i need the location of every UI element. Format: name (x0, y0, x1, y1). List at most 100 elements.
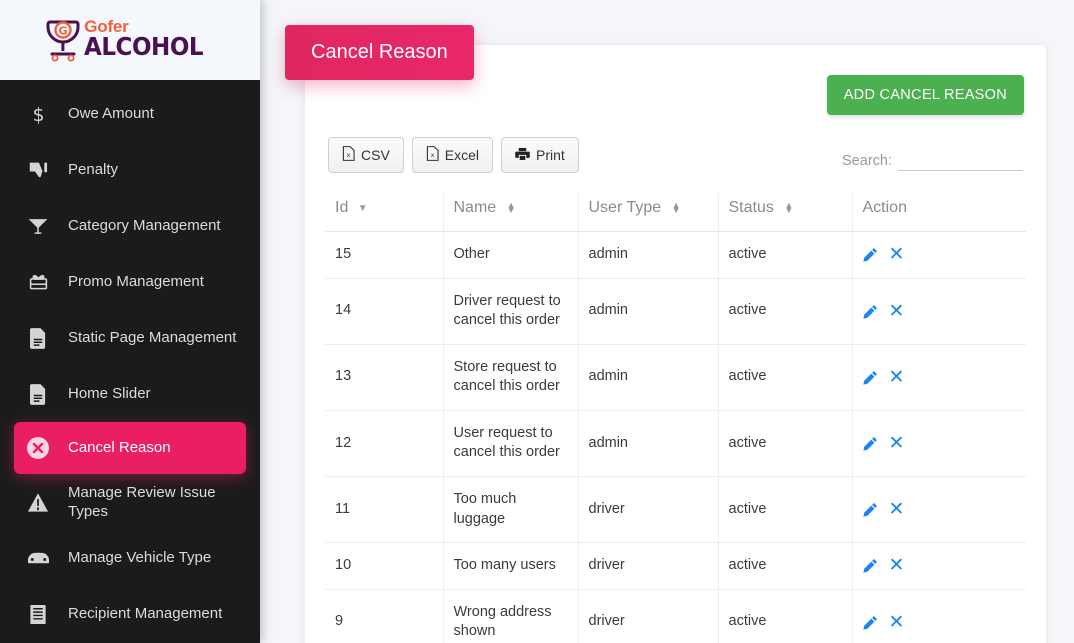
close-x-icon[interactable]: ✕ (889, 302, 905, 321)
close-x-icon[interactable]: ✕ (889, 368, 905, 387)
cell-status: active (717, 344, 852, 411)
sidebar-item-manage-vehicle-type[interactable]: Manage Vehicle Type (0, 530, 260, 586)
pencil-icon[interactable] (862, 304, 878, 319)
svg-text:$: $ (32, 104, 44, 125)
sidebar-item-manage-review-issue-types[interactable]: Manage Review Issue Types (0, 474, 260, 530)
pencil-icon[interactable] (862, 370, 878, 385)
wine-glass-cart-icon: G (46, 18, 80, 62)
cell-name: User request to cancel this order (442, 410, 578, 477)
cell-action: ✕ (851, 476, 1026, 544)
column-header-name[interactable]: Name ▲ ▼ (442, 193, 578, 232)
export-excel-button[interactable]: x Excel (411, 137, 494, 173)
app-root: G Gofer ALCOHOL $ Owe Amount Penalty Cat… (0, 0, 1074, 643)
table-row: 10 Too many users driver active ✕ (325, 542, 1026, 590)
cell-id: 12 (325, 410, 443, 477)
cell-status: active (717, 278, 852, 345)
close-x-icon[interactable]: ✕ (889, 245, 905, 264)
sidebar-item-recipient-management[interactable]: Recipient Management (0, 586, 260, 642)
circle-x-icon (18, 436, 58, 460)
pencil-icon[interactable] (862, 558, 878, 573)
close-x-icon[interactable]: ✕ (889, 556, 905, 575)
cell-status: active (717, 476, 852, 544)
card-body: ADD CANCEL REASON x CSV x Excel Print Se… (305, 45, 1046, 643)
row-actions: ✕ (862, 245, 1017, 264)
thumbs-down-icon (18, 160, 58, 181)
svg-text:x: x (430, 151, 434, 159)
cell-user-type: driver (577, 476, 718, 544)
print-label: Print (536, 147, 565, 163)
search-input[interactable] (898, 149, 1023, 171)
pencil-icon[interactable] (862, 502, 878, 517)
cell-id: 11 (325, 476, 443, 544)
column-header-name-label: Name (453, 199, 497, 216)
sidebar-item-label: Penalty (68, 161, 119, 179)
row-actions: ✕ (862, 368, 1017, 387)
sidebar-nav: $ Owe Amount Penalty Category Management… (0, 80, 260, 642)
sidebar-item-label: Owe Amount (68, 105, 154, 123)
cell-name: Driver request to cancel this order (442, 278, 578, 345)
warning-triangle-icon (18, 492, 58, 513)
dollar-icon: $ (18, 104, 58, 125)
file-excel-icon: x (426, 146, 439, 164)
search-area: Search: (842, 149, 1023, 173)
column-header-user-type[interactable]: User Type ▲ ▼ (577, 193, 718, 232)
cell-action: ✕ (851, 410, 1026, 477)
table-row: 9 Wrong address shown driver active ✕ (325, 589, 1026, 643)
sidebar-item-static-page-management[interactable]: Static Page Management (0, 310, 260, 366)
export-buttons: x CSV x Excel Print (328, 137, 579, 173)
cell-name: Store request to cancel this order (442, 344, 578, 411)
pencil-icon[interactable] (862, 247, 878, 262)
column-header-status[interactable]: Status ▲ ▼ (717, 193, 852, 232)
export-csv-label: CSV (361, 147, 390, 163)
brand-logo[interactable]: G Gofer ALCOHOL (0, 0, 260, 80)
pencil-icon[interactable] (862, 615, 878, 630)
cell-name: Wrong address shown (442, 589, 578, 643)
sidebar: G Gofer ALCOHOL $ Owe Amount Penalty Cat… (0, 0, 260, 643)
sidebar-item-category-management[interactable]: Category Management (0, 198, 260, 254)
sidebar-item-label: Static Page Management (68, 329, 237, 347)
gift-icon (18, 272, 58, 293)
close-x-icon[interactable]: ✕ (889, 500, 905, 519)
add-cancel-reason-button[interactable]: ADD CANCEL REASON (826, 75, 1024, 115)
sidebar-item-label: Cancel Reason (68, 439, 171, 457)
export-csv-button[interactable]: x CSV (328, 137, 404, 173)
table-row: 13 Store request to cancel this order admi… (325, 344, 1026, 411)
sidebar-item-label: Recipient Management (68, 605, 223, 623)
table-row: 15 Other admin active ✕ (325, 231, 1026, 279)
row-actions: ✕ (862, 500, 1017, 519)
print-button[interactable]: Print (501, 137, 579, 173)
sidebar-item-penalty[interactable]: Penalty (0, 142, 260, 198)
search-label: Search: (842, 152, 892, 169)
cell-action: ✕ (851, 589, 1026, 643)
cell-user-type: admin (577, 410, 718, 477)
cell-name: Too many users (442, 542, 578, 590)
printer-icon (515, 147, 530, 164)
close-x-icon[interactable]: ✕ (889, 613, 905, 632)
sidebar-item-promo-management[interactable]: Promo Management (0, 254, 260, 310)
sidebar-item-owe-amount[interactable]: $ Owe Amount (0, 86, 260, 142)
row-actions: ✕ (862, 302, 1017, 321)
sidebar-item-home-slider[interactable]: Home Slider (0, 366, 260, 422)
column-header-id[interactable]: Id ▼ (325, 193, 443, 232)
cell-user-type: driver (577, 542, 718, 590)
sidebar-item-cancel-reason[interactable]: Cancel Reason (14, 422, 246, 474)
column-header-action: Action (851, 193, 1026, 232)
table-head: Id ▼ Name ▲ ▼ User Type ▲ ▼ Status ▲ ▼ A… (325, 193, 1026, 232)
export-excel-label: Excel (444, 147, 480, 163)
sort-both-icon: ▲ ▼ (784, 200, 794, 215)
column-header-id-label: Id (335, 199, 349, 216)
cell-id: 15 (325, 231, 443, 279)
sort-both-icon: ▲ ▼ (506, 200, 516, 215)
close-x-icon[interactable]: ✕ (889, 434, 905, 453)
cell-id: 9 (325, 589, 443, 643)
cell-action: ✕ (851, 542, 1026, 590)
pencil-icon[interactable] (862, 436, 878, 451)
list-receipt-icon (18, 604, 58, 625)
cell-action: ✕ (851, 344, 1026, 411)
content-card: ADD CANCEL REASON x CSV x Excel Print Se… (305, 45, 1046, 643)
file-icon (18, 327, 58, 349)
cell-user-type: admin (577, 278, 718, 345)
column-header-status-label: Status (728, 199, 774, 216)
cell-status: active (717, 589, 852, 643)
table-body: 15 Other admin active ✕ 14 Driver request to c… (325, 231, 1026, 643)
